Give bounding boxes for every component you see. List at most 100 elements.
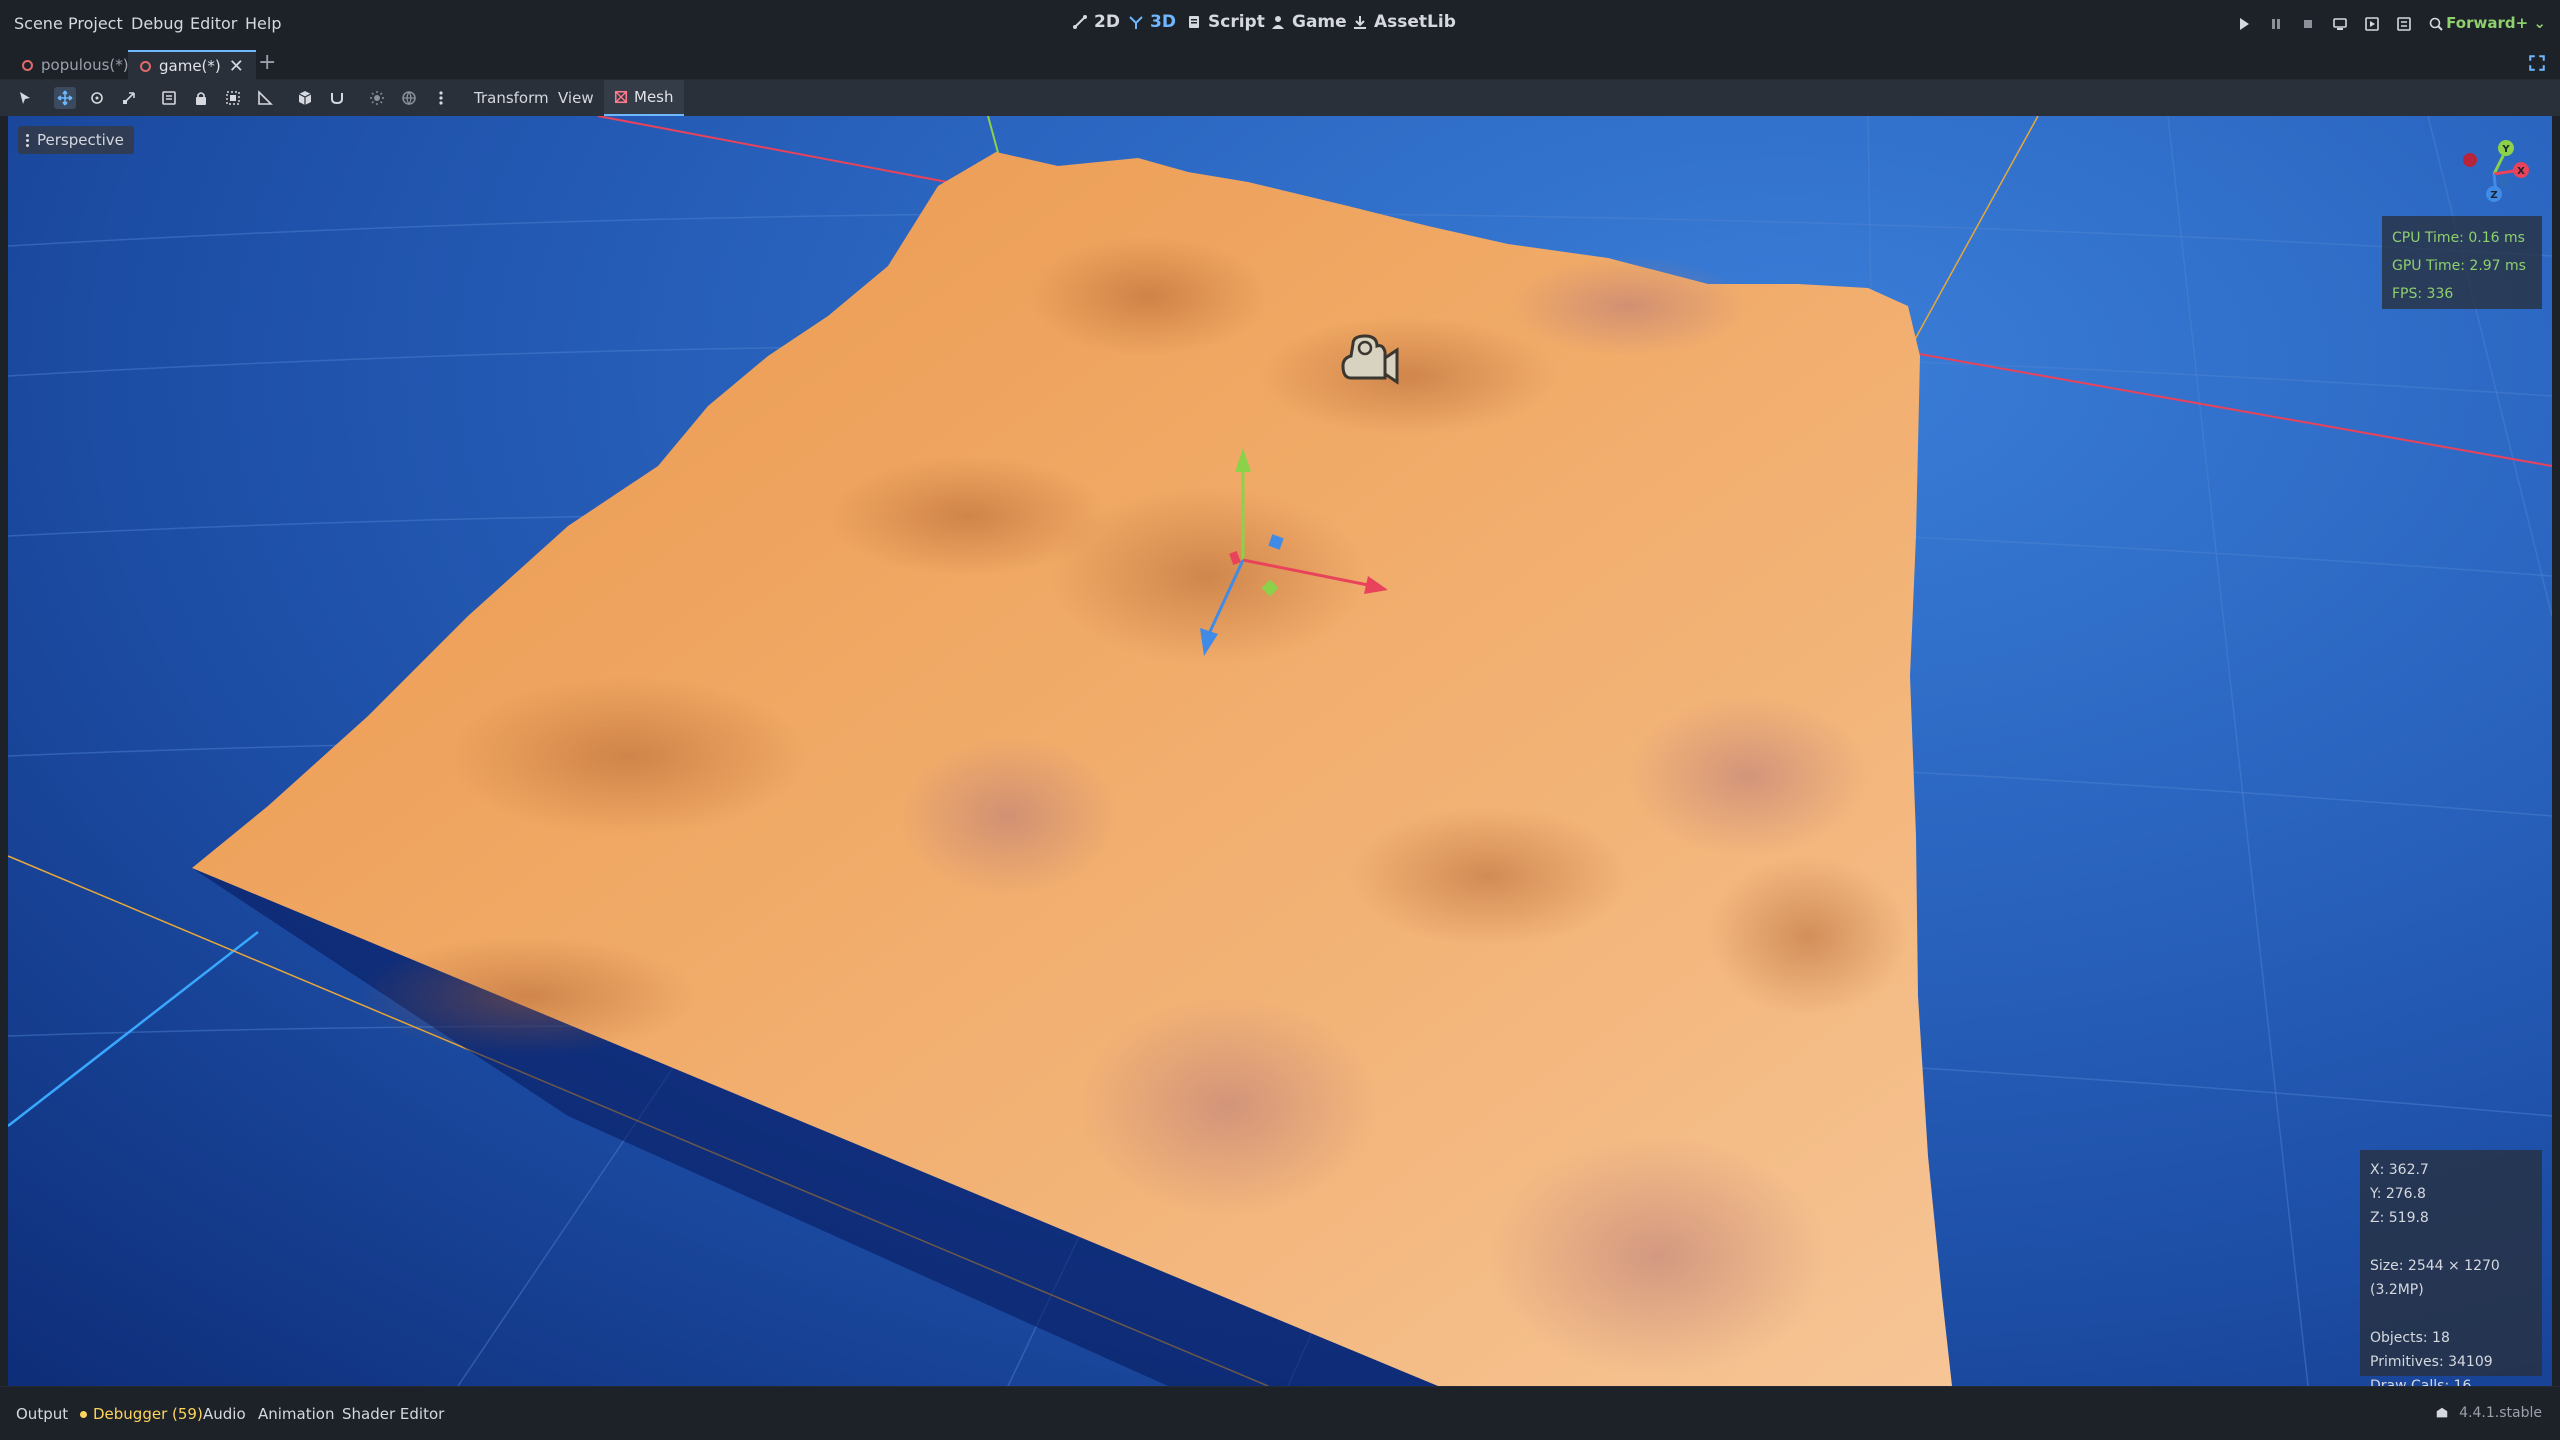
menu-project[interactable]: Project	[68, 14, 123, 33]
menu-bar: Scene Project Debug Editor Help 2D 3D Sc…	[0, 0, 2560, 48]
rotate-tool[interactable]	[86, 87, 108, 109]
stop-button[interactable]	[2298, 14, 2318, 34]
lock-icon	[196, 92, 206, 105]
remote-debug-icon	[2333, 18, 2347, 30]
movie-maker-icon	[2429, 17, 2443, 31]
group-tool[interactable]	[222, 87, 244, 109]
menu-debug[interactable]: Debug	[131, 14, 184, 33]
move-icon	[57, 90, 73, 106]
pause-button[interactable]	[2266, 14, 2286, 34]
mesh-menu-label: Mesh	[634, 88, 674, 106]
scene-tab-populous[interactable]: populous(*)	[10, 50, 141, 80]
rotate-icon	[91, 92, 103, 104]
mesh-icon	[614, 90, 628, 104]
pause-icon	[2272, 19, 2280, 29]
primitives-count: Primitives: 34109	[2370, 1354, 2493, 1370]
lock-tool[interactable]	[190, 87, 212, 109]
renderer-label: Forward+	[2446, 14, 2529, 32]
kebab-icon	[26, 133, 29, 147]
workspace-game[interactable]: Game	[1270, 12, 1347, 32]
3d-viewport[interactable]: Perspective Y X Z CPU Time: 0.16 ms GPU …	[8, 116, 2552, 1386]
2d-icon	[1073, 15, 1087, 29]
gpu-time: GPU Time: 2.97 ms	[2392, 258, 2526, 274]
kebab-icon	[439, 91, 443, 105]
workspace-2d-label: 2D	[1094, 12, 1120, 32]
script-icon	[1189, 16, 1199, 28]
3d-icon	[1129, 16, 1143, 29]
scene-root-icon	[140, 60, 151, 72]
ruler-icon	[258, 90, 273, 105]
menu-help[interactable]: Help	[245, 14, 281, 33]
environment-preview-tool[interactable]	[398, 87, 420, 109]
workspace-assetlib[interactable]: AssetLib	[1352, 12, 1456, 32]
play-custom-scene-icon	[2397, 17, 2411, 31]
tab-animation[interactable]: Animation	[258, 1405, 334, 1423]
tab-audio[interactable]: Audio	[203, 1405, 246, 1423]
workspace-3d[interactable]: 3D	[1128, 12, 1176, 32]
cube-icon	[298, 91, 312, 105]
sun-preview-tool[interactable]	[366, 87, 388, 109]
select-tool[interactable]	[14, 87, 36, 109]
workspace-script-label: Script	[1208, 12, 1265, 32]
perspective-label: Perspective	[37, 131, 124, 149]
scale-tool[interactable]	[118, 87, 140, 109]
draw-calls-count: Draw Calls: 16	[2370, 1378, 2472, 1386]
workspace-script[interactable]: Script	[1186, 12, 1265, 32]
play-icon	[2240, 18, 2249, 30]
performance-panel: CPU Time: 0.16 ms GPU Time: 2.97 ms FPS:…	[2382, 216, 2542, 309]
game-icon	[1272, 16, 1284, 29]
play-button[interactable]	[2234, 14, 2254, 34]
view-menu[interactable]: View	[558, 89, 594, 107]
workspace-2d[interactable]: 2D	[1072, 12, 1120, 32]
neg-x-icon[interactable]	[2463, 153, 2477, 167]
tab-shader-editor[interactable]: Shader Editor	[342, 1405, 444, 1423]
viewport-toolbar: Transform View	[0, 80, 2560, 116]
add-scene-button[interactable]: +	[258, 50, 276, 75]
move-tool[interactable]	[54, 87, 76, 109]
fps-counter: FPS: 336	[2392, 286, 2454, 302]
snap-tool[interactable]	[326, 87, 348, 109]
remote-debug-button[interactable]	[2330, 14, 2350, 34]
workspace-3d-label: 3D	[1150, 12, 1176, 32]
local-space-tool[interactable]	[294, 87, 316, 109]
play-custom-scene-button[interactable]	[2394, 14, 2414, 34]
position-z: Z: 519.8	[2370, 1210, 2429, 1226]
bottom-panel-bar: Output Debugger (59) Audio Animation Sha…	[0, 1386, 2560, 1440]
scene-tab-label: populous(*)	[41, 56, 129, 74]
version-info[interactable]: 4.4.1.stable	[2435, 1405, 2542, 1421]
scene-tabs: populous(*) game(*) ✕	[0, 48, 2560, 80]
objects-count: Objects: 18	[2370, 1330, 2450, 1346]
workspace-assetlib-label: AssetLib	[1374, 12, 1456, 32]
menu-editor[interactable]: Editor	[190, 14, 237, 33]
play-scene-icon	[2365, 17, 2379, 31]
position-y: Y: 276.8	[2370, 1186, 2426, 1202]
globe-icon	[402, 91, 416, 106]
menu-scene[interactable]: Scene	[14, 14, 63, 33]
group-icon	[226, 91, 240, 105]
transform-menu[interactable]: Transform	[474, 89, 549, 107]
scene-tab-label: game(*)	[159, 57, 221, 75]
more-options-tool[interactable]	[430, 87, 452, 109]
workspace-game-label: Game	[1292, 12, 1347, 32]
warning-dot-icon	[80, 1411, 87, 1418]
close-icon[interactable]: ✕	[229, 56, 244, 77]
gizmo-z-label: Z	[2490, 190, 2497, 201]
version-label: 4.4.1.stable	[2459, 1405, 2542, 1421]
scale-icon	[123, 92, 135, 104]
play-scene-button[interactable]	[2362, 14, 2382, 34]
ruler-tool[interactable]	[254, 87, 276, 109]
sun-icon	[370, 91, 384, 105]
movie-maker-button[interactable]	[2426, 14, 2446, 34]
cursor-icon	[20, 92, 30, 104]
list-tool[interactable]	[158, 87, 180, 109]
tab-debugger[interactable]: Debugger (59)	[80, 1405, 203, 1423]
tab-debugger-label: Debugger (59)	[93, 1405, 203, 1423]
orientation-gizmo[interactable]: Y X Z	[2454, 132, 2534, 212]
scene-tab-game[interactable]: game(*) ✕	[128, 50, 256, 80]
distraction-free-icon[interactable]	[2528, 54, 2546, 72]
neg-z-icon[interactable]	[2499, 177, 2509, 187]
mesh-menu[interactable]: Mesh	[604, 80, 684, 116]
renderer-selector[interactable]: Forward+ ⌄	[2446, 14, 2546, 32]
tab-output[interactable]: Output	[16, 1405, 68, 1423]
perspective-menu-button[interactable]: Perspective	[18, 126, 134, 154]
